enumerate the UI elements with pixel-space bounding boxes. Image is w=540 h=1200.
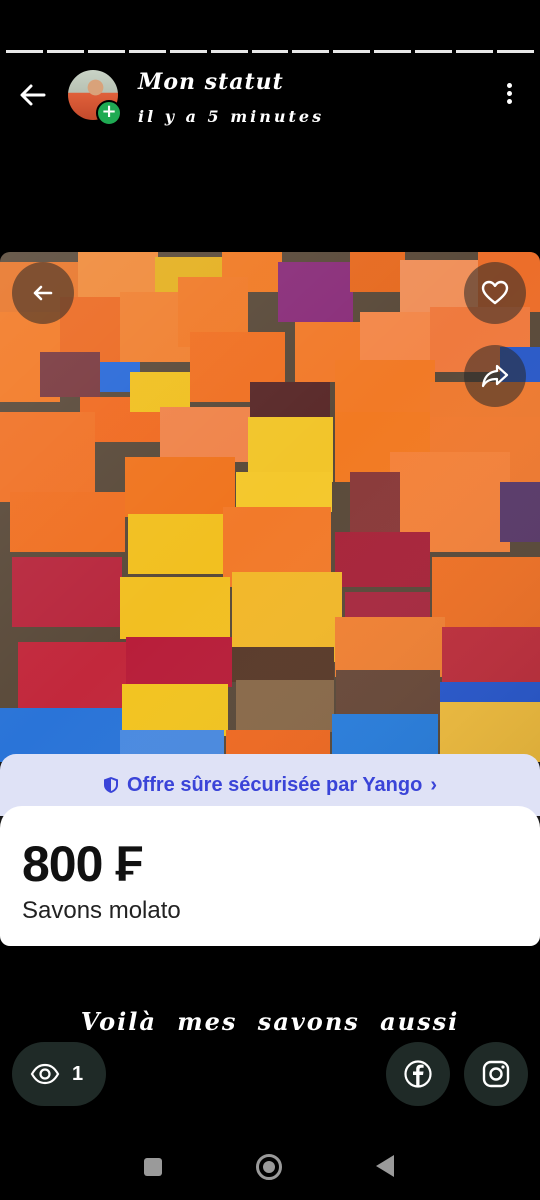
product-photo [0, 252, 540, 762]
price-panel: 800 ₣ Savons molato [0, 806, 540, 946]
home-button[interactable] [256, 1154, 282, 1180]
more-vertical-icon [506, 83, 512, 88]
views-button[interactable]: 1 [12, 1042, 106, 1106]
progress-segment [210, 50, 248, 53]
chevron-right-icon: › [430, 773, 437, 796]
share-arrow-icon [481, 364, 509, 388]
shield-icon [104, 777, 118, 793]
progress-segment [169, 50, 207, 53]
product-name: Savons molato [22, 897, 181, 924]
status-header: + Mon statut il y a 5 minutes [0, 64, 540, 134]
progress-segment [128, 50, 166, 53]
progress-segment [497, 50, 534, 53]
progress-segment [251, 50, 289, 53]
favorite-button[interactable] [464, 262, 526, 324]
progress-segment [333, 50, 371, 53]
facebook-icon [404, 1060, 432, 1088]
product-price: 800 ₣ [22, 836, 143, 892]
status-timestamp: il y a 5 minutes [138, 107, 325, 126]
progress-segment [292, 50, 330, 53]
views-count: 1 [72, 1062, 84, 1085]
status-caption: Voilà mes savons aussi [80, 1007, 460, 1036]
progress-segment [415, 50, 453, 53]
eye-icon [30, 1063, 60, 1085]
arrow-left-icon [20, 84, 46, 106]
heart-icon [481, 280, 509, 305]
photo-back-button[interactable] [12, 262, 74, 324]
progress-segment [374, 50, 412, 53]
share-button[interactable] [464, 345, 526, 407]
arrow-left-icon [33, 285, 53, 301]
back-button[interactable] [16, 78, 50, 112]
progress-segment [46, 50, 84, 53]
progress-segment [87, 50, 125, 53]
instagram-icon [482, 1060, 510, 1088]
system-back-button[interactable] [376, 1155, 394, 1177]
add-status-badge[interactable]: + [96, 100, 122, 126]
more-menu-button[interactable] [498, 80, 520, 110]
system-navigation-bar [0, 1140, 540, 1200]
progress-segment [456, 50, 494, 53]
recent-apps-button[interactable] [144, 1158, 162, 1176]
progress-segment [6, 50, 43, 53]
share-instagram-button[interactable] [464, 1042, 528, 1106]
listing-card[interactable]: Offre sûre sécurisée par Yango › 800 ₣ S… [0, 252, 540, 946]
share-facebook-button[interactable] [386, 1042, 450, 1106]
secure-offer-label: Offre sûre sécurisée par Yango [127, 773, 423, 796]
status-progress-bar [6, 50, 534, 53]
status-owner-name: Mon statut [138, 69, 284, 95]
